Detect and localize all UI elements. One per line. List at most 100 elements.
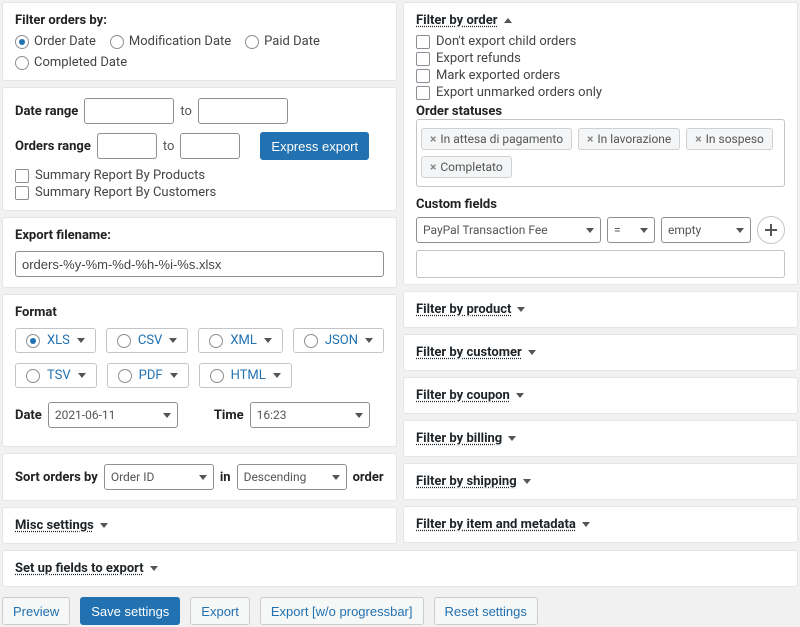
format-pdf[interactable]: PDF [107,363,189,388]
date-value: 2021-06-11 [55,408,116,422]
format-csv[interactable]: CSV [106,328,188,353]
sort-field-select[interactable]: Order ID [104,464,214,490]
format-tsv[interactable]: TSV [15,363,97,388]
remove-tag-icon[interactable]: × [430,160,436,174]
format-label-text: JSON [325,333,358,348]
format-label: Format [15,305,384,320]
radio-label: Order Date [34,34,96,49]
reset-settings-button[interactable]: Reset settings [434,597,538,625]
check-export-refunds[interactable]: Export refunds [416,51,785,66]
radio-order-date[interactable]: Order Date [15,34,96,49]
chevron-down-icon [586,228,594,233]
order-statuses-box[interactable]: ×In attesa di pagamento ×In lavorazione … [416,119,785,187]
chevron-down-icon [528,350,536,355]
format-json[interactable]: JSON [293,328,384,353]
radio-dot-icon [26,369,40,383]
chevron-down-icon [264,338,272,343]
date-range-to-input[interactable] [198,98,288,124]
radio-dot-icon [26,334,40,348]
radio-dot-icon [110,35,124,49]
custom-field-value-select[interactable]: empty [661,217,751,243]
custom-field-result-box[interactable] [416,250,785,278]
custom-field-name-select[interactable]: PayPal Transaction Fee [416,217,601,243]
radio-dot-icon [245,35,259,49]
format-xml[interactable]: XML [198,328,283,353]
filter-by-order-toggle[interactable]: Filter by order [416,13,512,28]
filter-by-item-metadata-card: Filter by item and metadata [403,506,798,543]
export-filename-input[interactable] [15,251,384,277]
radio-paid-date[interactable]: Paid Date [245,34,320,49]
time-select[interactable]: 16:23 [250,402,370,428]
format-card: Format XLS CSV XML [2,294,397,447]
filter-by-coupon-card: Filter by coupon [403,377,798,414]
radio-completed-date[interactable]: Completed Date [15,55,127,70]
filter-by-shipping-toggle[interactable]: Filter by shipping [416,474,531,489]
format-html[interactable]: HTML [199,363,292,388]
time-label: Time [214,408,244,423]
orders-range-label: Orders range [15,139,91,154]
remove-tag-icon[interactable]: × [695,132,701,146]
radio-label: Modification Date [129,34,231,49]
chevron-down-icon [332,475,340,480]
date-range-from-input[interactable] [84,98,174,124]
setup-fields-toggle[interactable]: Set up fields to export [15,561,158,576]
filter-by-product-card: Filter by product [403,291,798,328]
preview-button[interactable]: Preview [2,597,70,625]
checkbox-label: Export unmarked orders only [436,85,602,100]
chevron-down-icon [273,373,281,378]
status-tag: × Completato [421,156,512,178]
filter-by-billing-toggle[interactable]: Filter by billing [416,431,516,446]
check-no-child[interactable]: Don't export child orders [416,34,785,49]
radio-dot-icon [210,369,224,383]
filter-by-product-toggle[interactable]: Filter by product [416,302,525,317]
orders-range-from-input[interactable] [97,133,157,159]
summary-customers-checkbox[interactable]: Summary Report By Customers [15,185,384,200]
misc-settings-toggle[interactable]: Misc settings [15,518,108,533]
status-tag: × In attesa di pagamento [421,128,572,150]
custom-field-op-select[interactable]: = [607,217,655,243]
to-label: to [180,104,192,119]
order-word-label: order [353,470,384,485]
export-button[interactable]: Export [190,597,250,625]
check-unmarked-only[interactable]: Export unmarked orders only [416,85,785,100]
filter-orders-by-card: Filter orders by: Order Date Modificatio… [2,2,397,81]
filter-orders-by-label: Filter orders by: [15,13,384,28]
export-noprogress-button[interactable]: Export [w/o progressbar] [260,597,424,625]
express-export-button[interactable]: Express export [260,132,369,160]
format-label-text: HTML [231,368,266,383]
tag-label: In attesa di pagamento [440,132,563,146]
checkbox-icon [15,186,29,200]
check-mark-exported[interactable]: Mark exported orders [416,68,785,83]
format-xls[interactable]: XLS [15,328,96,353]
section-label: Filter by product [416,302,511,317]
add-custom-field-button[interactable] [757,216,785,244]
filter-by-shipping-card: Filter by shipping [403,463,798,500]
remove-tag-icon[interactable]: × [587,132,593,146]
filter-by-item-metadata-toggle[interactable]: Filter by item and metadata [416,517,590,532]
filter-by-coupon-toggle[interactable]: Filter by coupon [416,388,524,403]
date-select[interactable]: 2021-06-11 [48,402,178,428]
setup-fields-card: Set up fields to export [2,550,798,587]
orders-range-to-input[interactable] [180,133,240,159]
radio-modification-date[interactable]: Modification Date [110,34,231,49]
chevron-up-icon [504,18,512,23]
chevron-down-icon [199,475,207,480]
sort-direction-select[interactable]: Descending [237,464,347,490]
to-label: to [163,139,175,154]
checkbox-label: Summary Report By Products [35,168,205,183]
checkbox-label: Don't export child orders [436,34,576,49]
save-settings-button[interactable]: Save settings [80,597,180,625]
filter-by-customer-toggle[interactable]: Filter by customer [416,345,536,360]
tag-label: Completato [440,160,502,174]
section-label: Misc settings [15,518,94,533]
ranges-card: Date range to Orders range to Express ex… [2,87,397,211]
chevron-down-icon [640,228,648,233]
chevron-down-icon [365,338,373,343]
remove-tag-icon[interactable]: × [430,132,436,146]
section-label: Filter by shipping [416,474,517,489]
summary-products-checkbox[interactable]: Summary Report By Products [15,168,384,183]
radio-dot-icon [15,56,29,70]
custom-fields-label: Custom fields [416,197,785,212]
radio-label: Paid Date [264,34,320,49]
checkbox-label: Mark exported orders [436,68,560,83]
